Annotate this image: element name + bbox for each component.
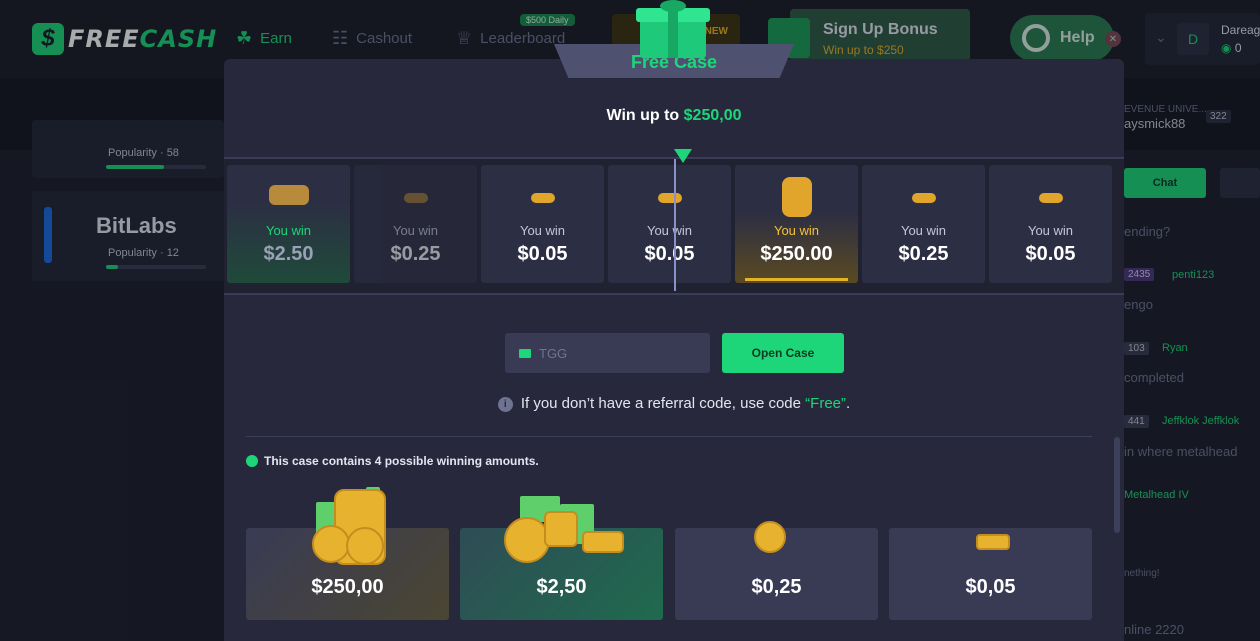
- free-case-modal: Win up to $250,00 You win $2.50 You win $0…: [224, 59, 1124, 641]
- status-dot-icon: [246, 455, 258, 467]
- roll-tile: You win $0.05: [481, 165, 604, 283]
- coin-icon: [754, 521, 786, 553]
- prize-amount: $250,00: [311, 576, 384, 598]
- info-icon: i: [497, 397, 513, 412]
- roll-tile: You win $0.05: [608, 165, 731, 283]
- roll-tile: You win $2.50: [227, 165, 350, 283]
- gift-box-icon: [636, 0, 710, 58]
- coins-icon: [781, 177, 812, 217]
- win-highlight-bar: [745, 278, 848, 281]
- divider: [246, 436, 1092, 437]
- coins-icon: [657, 193, 682, 203]
- ticket-icon: [519, 348, 531, 358]
- open-case-button[interactable]: Open Case: [722, 333, 844, 373]
- prize-amount: $0,05: [965, 576, 1016, 598]
- referral-code-input[interactable]: TGG: [505, 333, 710, 373]
- roll-pointer-icon: [674, 149, 692, 163]
- coins-icon: [403, 193, 428, 203]
- coins-icon: [530, 193, 555, 203]
- roll-tile: You win $0.25: [862, 165, 985, 283]
- coin-icon: [346, 527, 384, 565]
- win-up-heading: Win up to $250,00: [606, 107, 742, 124]
- referral-info: i If you don’t have a referral code, use …: [224, 395, 1124, 412]
- roll-tile: You win $0.25: [354, 165, 477, 283]
- referral-code-value: TGG: [539, 345, 568, 361]
- roll-pointer-line: [674, 159, 676, 291]
- scrollbar[interactable]: [1114, 437, 1120, 533]
- roll-tile: You win $0.05: [989, 165, 1112, 283]
- prize-amount: $2,50: [536, 576, 587, 598]
- coin-stack-icon: [582, 531, 624, 553]
- coins-icon: [911, 193, 936, 203]
- coins-icon: [1038, 193, 1063, 203]
- coin-stack-icon: [976, 534, 1010, 550]
- prize-amount: $0,25: [751, 576, 802, 598]
- coins-icon: [268, 185, 309, 205]
- coin-stack-icon: [544, 511, 578, 547]
- coin-icon: [312, 525, 350, 563]
- case-contents-heading: This case contains 4 possible winning am…: [246, 454, 539, 468]
- roll-tile-winning: You win $250.00: [735, 165, 858, 283]
